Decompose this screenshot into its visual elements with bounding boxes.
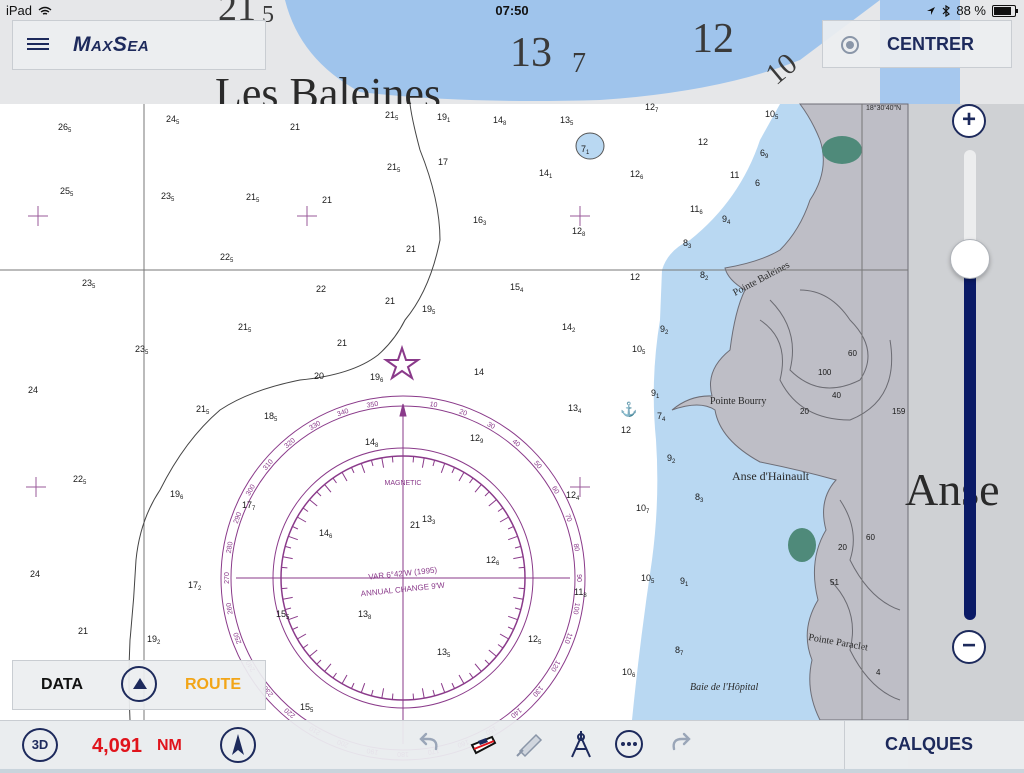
layers-button-label: CALQUES (885, 734, 974, 754)
top-depth-sub: 7 (572, 48, 586, 79)
layers-button[interactable]: CALQUES (844, 721, 1024, 769)
depth-sounding: 21 (337, 338, 347, 348)
location-icon (927, 6, 936, 15)
compass-tick (281, 566, 288, 569)
reef-patch (788, 528, 816, 562)
more-icon[interactable] (614, 729, 644, 759)
redo-icon[interactable] (666, 729, 696, 759)
land-contour-label: 4 (876, 668, 881, 677)
land-contour-label: 100 (818, 368, 832, 377)
land-contour-label: 20 (800, 407, 809, 416)
route-tab[interactable]: ROUTE (185, 676, 241, 694)
data-tab[interactable]: DATA (41, 676, 83, 694)
battery-percent: 88 % (956, 3, 986, 18)
depth-sounding: 17 (438, 157, 448, 167)
compass-tick (412, 693, 415, 700)
zoom-slider-fill (964, 258, 976, 620)
depth-sounding: 24 (28, 385, 38, 395)
coast-name-anse: Anse (905, 464, 1000, 515)
expand-panel-button[interactable] (121, 666, 157, 702)
depth-sounding: 12 (698, 137, 708, 147)
view-3d-button[interactable]: 3D (22, 728, 58, 762)
app-logo: MaxSea (73, 33, 150, 56)
compass-tick (281, 587, 288, 590)
land-contour-label: 20 (838, 543, 847, 552)
clock: 07:50 (495, 3, 529, 18)
land-contour-label: 40 (832, 391, 841, 400)
undo-icon[interactable] (414, 729, 444, 759)
zoom-out-button[interactable]: − (952, 630, 986, 664)
compass-tick (518, 587, 525, 590)
compass-magnetic-label: MAGNETIC (385, 480, 422, 487)
battery-icon (992, 4, 1018, 17)
depth-sounding: 21 (322, 195, 332, 205)
nautical-chart[interactable]: 21 5 13 7 12 10 Les Baleines Pointe Bale… (0, 0, 1024, 768)
north-up-button[interactable] (220, 727, 256, 763)
land-contour-label: 60 (848, 349, 857, 358)
depth-sounding: 20 (314, 371, 324, 381)
distance-value: 4,091 (92, 735, 143, 757)
brand-panel: MaxSea (12, 20, 266, 70)
center-button-label: CENTRER (887, 34, 975, 54)
compass-degree-label: 90 (575, 574, 582, 582)
compass-dividers-icon[interactable] (566, 729, 596, 759)
zoom-slider-handle[interactable] (950, 239, 990, 280)
land-contour-label: 51 (830, 578, 839, 587)
top-depth-label: 12 (692, 16, 734, 62)
compass-tick (391, 456, 394, 463)
depth-sounding: 21 (290, 122, 300, 132)
chart-canvas[interactable]: 21 5 13 7 12 10 Les Baleines Pointe Bale… (0, 0, 1024, 768)
mode-panel: DATA ROUTE (12, 660, 266, 710)
depth-sounding: 21 (385, 296, 395, 306)
status-bar: iPad 07:50 88 % (0, 0, 1024, 20)
land-contour-label: 60 (866, 533, 875, 542)
depth-sounding: 14 (474, 367, 484, 377)
compass-tick (391, 693, 394, 700)
compass-tick (518, 566, 525, 569)
compass-tick (412, 456, 415, 463)
menu-icon[interactable] (27, 35, 49, 55)
anchor-icon: ⚓ (620, 401, 637, 418)
depth-sounding: 21 (406, 244, 416, 254)
top-depth-label: 13 (510, 30, 552, 76)
depth-sounding: 24 (30, 569, 40, 579)
depth-sounding: 12 (621, 425, 631, 435)
target-icon (841, 36, 859, 54)
compass-degree-label: 270 (224, 572, 231, 584)
compass-degree-label: 10 (429, 401, 438, 409)
coordinate-label: 18°30'40"N (866, 104, 901, 112)
compass-degree-label: 80 (572, 543, 580, 552)
place-name: Pointe Bourry (710, 396, 766, 407)
north-up-icon (232, 734, 244, 755)
bottom-toolbar: 3D 4,091 NM CALQUES (0, 720, 1024, 769)
reef-patch (822, 136, 862, 164)
boat-icon[interactable] (468, 729, 498, 759)
place-name: Baie de l'Hôpital (690, 682, 758, 693)
center-button[interactable]: CENTRER (822, 20, 1012, 68)
depth-sounding: 11 (730, 170, 739, 180)
place-name: Anse d'Hainault (732, 469, 810, 483)
zoom-in-button[interactable]: + (952, 104, 986, 138)
distance-unit: NM (157, 737, 182, 754)
depth-sounding: 21 (410, 520, 420, 530)
land-contour-label: 159 (892, 407, 906, 416)
depth-sounding: 21 (78, 626, 88, 636)
depth-sounding: 6 (755, 178, 760, 188)
bluetooth-icon (942, 4, 951, 17)
depth-sounding: 22 (316, 284, 326, 294)
satellite-icon[interactable] (514, 729, 544, 759)
depth-sounding: 12 (630, 272, 640, 282)
zoom-slider-track[interactable] (964, 150, 976, 620)
